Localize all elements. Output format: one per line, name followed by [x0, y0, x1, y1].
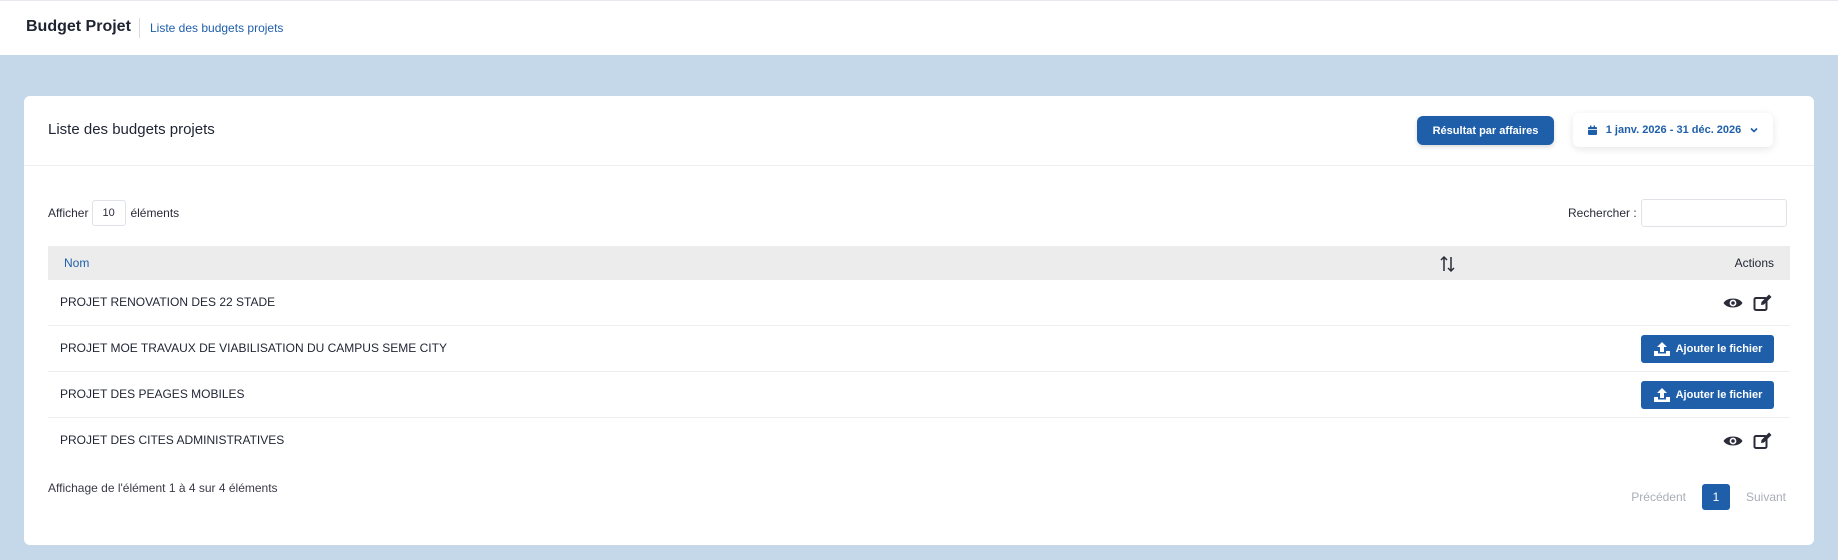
page-1-button[interactable]: 1 [1701, 484, 1730, 510]
chevron-down-icon [1749, 125, 1759, 135]
page-length-control: Afficher 10 éléments [48, 200, 179, 226]
row-name: PROJET DES CITES ADMINISTRATIVES [60, 433, 285, 447]
previous-page-button[interactable]: Précédent [1631, 490, 1686, 504]
upload-icon [1653, 387, 1670, 402]
next-page-button[interactable]: Suivant [1746, 490, 1786, 504]
row-actions [1722, 280, 1774, 325]
row-actions: Ajouter le fichier [1641, 372, 1774, 417]
calendar-icon [1587, 125, 1598, 136]
search-label: Rechercher : [1568, 206, 1637, 220]
eye-icon[interactable] [1722, 293, 1744, 313]
eye-icon[interactable] [1722, 431, 1744, 451]
table-row: PROJET DES CITES ADMINISTRATIVES [48, 418, 1790, 464]
budget-table: Nom Actions PROJET RENOVATION DES 22 STA… [48, 246, 1790, 464]
date-range-picker[interactable]: 1 janv. 2026 - 31 déc. 2026 [1573, 113, 1773, 147]
search-control: Rechercher : [1568, 199, 1787, 227]
row-actions: Ajouter le fichier [1641, 326, 1774, 371]
row-name: PROJET DES PEAGES MOBILES [60, 387, 245, 401]
breadcrumb[interactable]: Liste des budgets projets [150, 21, 283, 35]
page-length-select[interactable]: 10 [92, 200, 127, 226]
table-header: Nom Actions [48, 246, 1790, 280]
row-actions [1722, 418, 1774, 464]
show-suffix: éléments [130, 206, 180, 220]
card-header: Liste des budgets projets Résultat par a… [24, 96, 1814, 166]
add-file-button[interactable]: Ajouter le fichier [1641, 334, 1774, 363]
card-title: Liste des budgets projets [48, 121, 215, 138]
table-info: Affichage de l'élément 1 à 4 sur 4 éléme… [48, 481, 278, 495]
add-file-button[interactable]: Ajouter le fichier [1641, 380, 1774, 409]
upload-icon [1653, 341, 1670, 356]
budget-list-card: Liste des budgets projets Résultat par a… [24, 96, 1814, 545]
add-file-label: Ajouter le fichier [1675, 342, 1763, 355]
column-header-nom[interactable]: Nom [64, 256, 89, 270]
edit-icon[interactable] [1752, 431, 1774, 451]
add-file-label: Ajouter le fichier [1675, 388, 1763, 401]
table-row: PROJET RENOVATION DES 22 STADE [48, 280, 1790, 326]
app-title: Budget Projet [26, 18, 131, 35]
pagination: Précédent 1 Suivant [1631, 484, 1786, 510]
top-bar: Budget Projet Liste des budgets projets [0, 0, 1838, 55]
show-prefix: Afficher [48, 206, 89, 220]
edit-icon[interactable] [1752, 293, 1774, 313]
sort-icon[interactable] [1439, 254, 1457, 274]
breadcrumb-separator [139, 18, 140, 38]
row-name: PROJET MOE TRAVAUX DE VIABILISATION DU C… [60, 341, 447, 355]
column-header-actions: Actions [1734, 256, 1774, 270]
search-input[interactable] [1640, 199, 1787, 227]
result-by-business-button[interactable]: Résultat par affaires [1417, 116, 1554, 145]
table-row: PROJET DES PEAGES MOBILES Ajouter le fic… [48, 372, 1790, 418]
table-row: PROJET MOE TRAVAUX DE VIABILISATION DU C… [48, 326, 1790, 372]
date-range-label: 1 janv. 2026 - 31 déc. 2026 [1605, 124, 1742, 136]
row-name: PROJET RENOVATION DES 22 STADE [60, 295, 276, 309]
